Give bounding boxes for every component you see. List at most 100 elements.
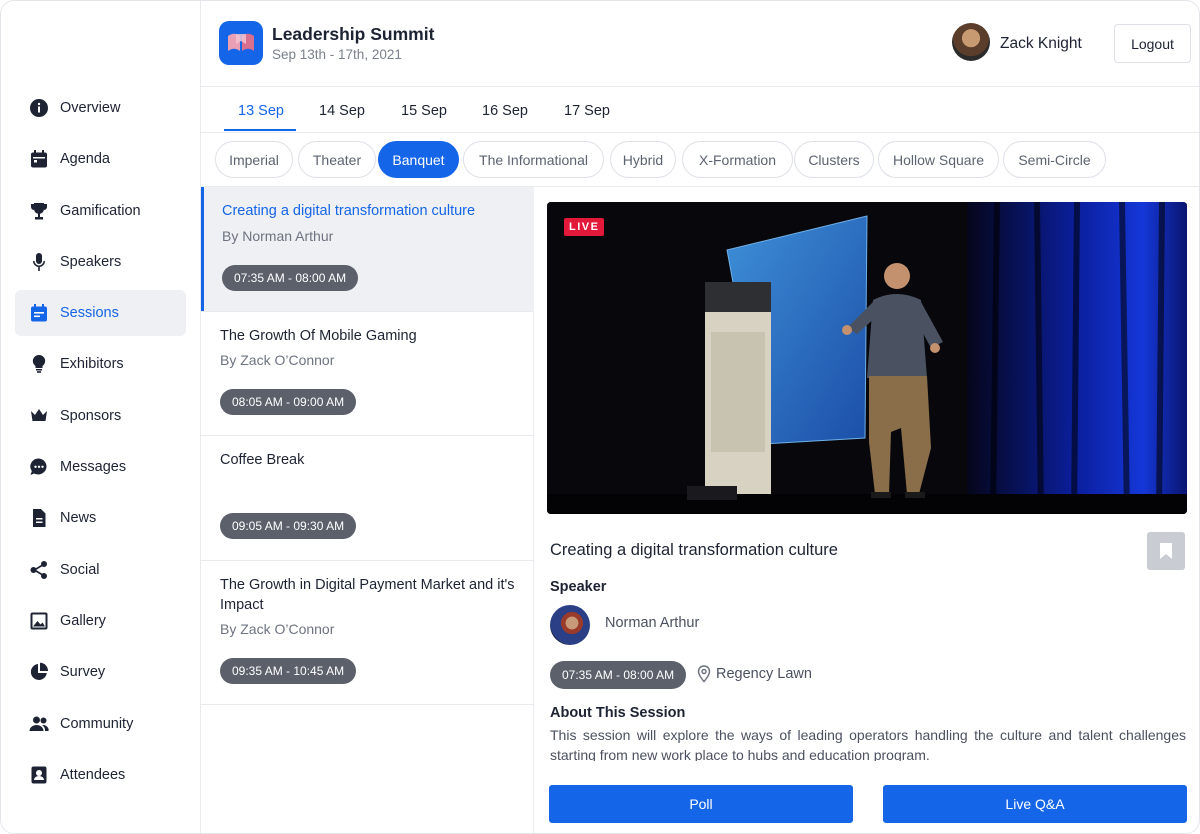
about-text: This session will explore the ways of le… (550, 727, 1186, 761)
room-chip[interactable]: Clusters (794, 141, 874, 178)
sidebar-item-speakers[interactable]: Speakers (15, 239, 186, 285)
session-list: Creating a digital transformation cultur… (201, 187, 534, 833)
tab-date[interactable]: 16 Sep (482, 103, 528, 119)
session-list-title: Creating a digital transformation cultur… (222, 203, 476, 219)
sidebar-item-gamification[interactable]: Gamification (15, 188, 186, 234)
sidebar-item-label: Gallery (60, 612, 106, 629)
room-chip[interactable]: The Informational (463, 141, 604, 178)
stage-photo (547, 202, 1187, 514)
live-badge: LIVE (564, 218, 605, 236)
pie-chart-icon (29, 662, 49, 682)
date-tabs: 13 Sep 14 Sep 15 Sep 16 Sep 17 Sep (201, 87, 1199, 133)
sidebar-item-label: Agenda (60, 151, 110, 168)
sidebar-item-label: Survey (60, 664, 106, 681)
poll-button[interactable]: Poll (549, 785, 853, 823)
sidebar-item-label: Social (60, 561, 100, 578)
sidebar-item-label: Overview (60, 100, 121, 116)
room-chip[interactable]: Semi-Circle (1003, 141, 1106, 178)
active-tab-indicator (224, 129, 296, 131)
session-list-title: The Growth in Digital Payment Market and… (220, 577, 515, 613)
about-heading: About This Session (550, 705, 686, 721)
sidebar-item-sponsors[interactable]: Sponsors (15, 393, 186, 439)
header: Leadership Summit Sep 13th - 17th, 2021 … (201, 1, 1199, 87)
badge-icon (29, 765, 49, 785)
session-list-title: The Growth Of Mobile Gaming (220, 328, 417, 344)
lightbulb-icon (29, 354, 49, 374)
session-list-speaker: By Norman Arthur (222, 228, 334, 244)
location-pin-icon (697, 665, 711, 683)
room-chip[interactable]: Banquet (378, 141, 459, 178)
session-title: Creating a digital transformation cultur… (550, 541, 838, 559)
room-chip[interactable]: X-Formation (682, 141, 793, 178)
tab-date[interactable]: 14 Sep (319, 103, 365, 119)
session-time-badge: 08:05 AM - 09:00 AM (220, 389, 357, 415)
trophy-icon (29, 201, 49, 221)
chat-icon (29, 457, 49, 477)
bookmark-button[interactable] (1147, 532, 1185, 570)
calendar-icon (29, 149, 49, 169)
session-time-badge: 09:05 AM - 09:30 AM (220, 513, 357, 539)
sidebar-item-attendees[interactable]: Attendees (15, 752, 186, 798)
session-list-speaker: By Zack O’Connor (220, 621, 335, 637)
sidebar-item-label: Gamification (60, 202, 141, 219)
room-chip[interactable]: Imperial (215, 141, 293, 178)
sidebar-item-label: News (60, 510, 97, 527)
room-filter-chips: Imperial Theater Banquet The Informational H… (201, 133, 1199, 187)
list-item[interactable]: Coffee Break 09:05 AM - 09:30 AM (201, 436, 534, 561)
list-item[interactable]: Creating a digital transformation cultur… (201, 187, 534, 312)
session-time-badge: 07:35 AM - 08:00 AM (222, 265, 359, 291)
session-list-speaker: By Zack O’Connor (220, 352, 335, 368)
sidebar-item-label: Exhibitors (60, 356, 124, 373)
sidebar-item-community[interactable]: Community (15, 701, 186, 747)
session-time-badge: 07:35 AM - 08:00 AM (550, 661, 687, 689)
session-location: Regency Lawn (716, 666, 812, 682)
sidebar-nav: Overview Agenda Gamification Speakers Sessio… (15, 85, 186, 803)
sidebar-item-overview[interactable]: Overview (15, 85, 186, 131)
speaker-name[interactable]: Norman Arthur (605, 615, 699, 631)
session-detail: LIVE Creating a digital transformation c… (534, 187, 1199, 833)
tab-date[interactable]: 17 Sep (564, 103, 610, 119)
sidebar-item-gallery[interactable]: Gallery (15, 598, 186, 644)
room-chip[interactable]: Hollow Square (878, 141, 999, 178)
sidebar-item-sessions[interactable]: Sessions (15, 290, 186, 337)
sidebar-item-messages[interactable]: Messages (15, 444, 186, 490)
sidebar-item-news[interactable]: News (15, 495, 186, 541)
sidebar-item-agenda[interactable]: Agenda (15, 136, 186, 182)
sidebar-item-label: Sponsors (60, 407, 122, 424)
speaker-heading: Speaker (550, 579, 607, 595)
sidebar: Overview Agenda Gamification Speakers Sessio… (1, 1, 201, 833)
tab-date[interactable]: 13 Sep (238, 103, 284, 119)
share-icon (29, 560, 49, 580)
list-item[interactable]: The Growth Of Mobile Gaming By Zack O’Con… (201, 312, 534, 436)
sidebar-item-survey[interactable]: Survey (15, 649, 186, 695)
event-title: Leadership Summit (272, 24, 435, 44)
sidebar-item-label: Attendees (60, 766, 126, 783)
sidebar-item-social[interactable]: Social (15, 547, 186, 593)
document-icon (29, 508, 49, 528)
bookmark-icon (1160, 543, 1172, 559)
speaker-avatar[interactable] (550, 605, 590, 645)
logout-button[interactable]: Logout (1114, 24, 1191, 63)
microphone-icon (29, 252, 49, 272)
active-indicator (201, 187, 204, 311)
live-video-player[interactable]: LIVE (547, 202, 1187, 514)
user-name[interactable]: Zack Knight (1000, 35, 1082, 53)
event-date: Sep 13th - 17th, 2021 (272, 47, 402, 62)
sidebar-item-label: Messages (60, 459, 127, 476)
list-item[interactable]: The Growth in Digital Payment Market and… (201, 561, 534, 705)
avatar[interactable] (952, 23, 990, 61)
room-chip[interactable]: Hybrid (610, 141, 676, 178)
sidebar-item-label: Community (60, 715, 134, 732)
live-qa-button[interactable]: Live Q&A (883, 785, 1187, 823)
info-icon (29, 98, 49, 118)
event-logo-icon (219, 21, 263, 65)
crown-icon (29, 406, 49, 426)
image-icon (29, 611, 49, 631)
session-list-title: Coffee Break (220, 452, 305, 468)
sessions-calendar-icon (29, 303, 49, 323)
tab-date[interactable]: 15 Sep (401, 103, 447, 119)
people-icon (29, 714, 49, 734)
sidebar-item-exhibitors[interactable]: Exhibitors (15, 341, 186, 387)
room-chip[interactable]: Theater (298, 141, 376, 178)
session-time-badge: 09:35 AM - 10:45 AM (220, 658, 357, 684)
